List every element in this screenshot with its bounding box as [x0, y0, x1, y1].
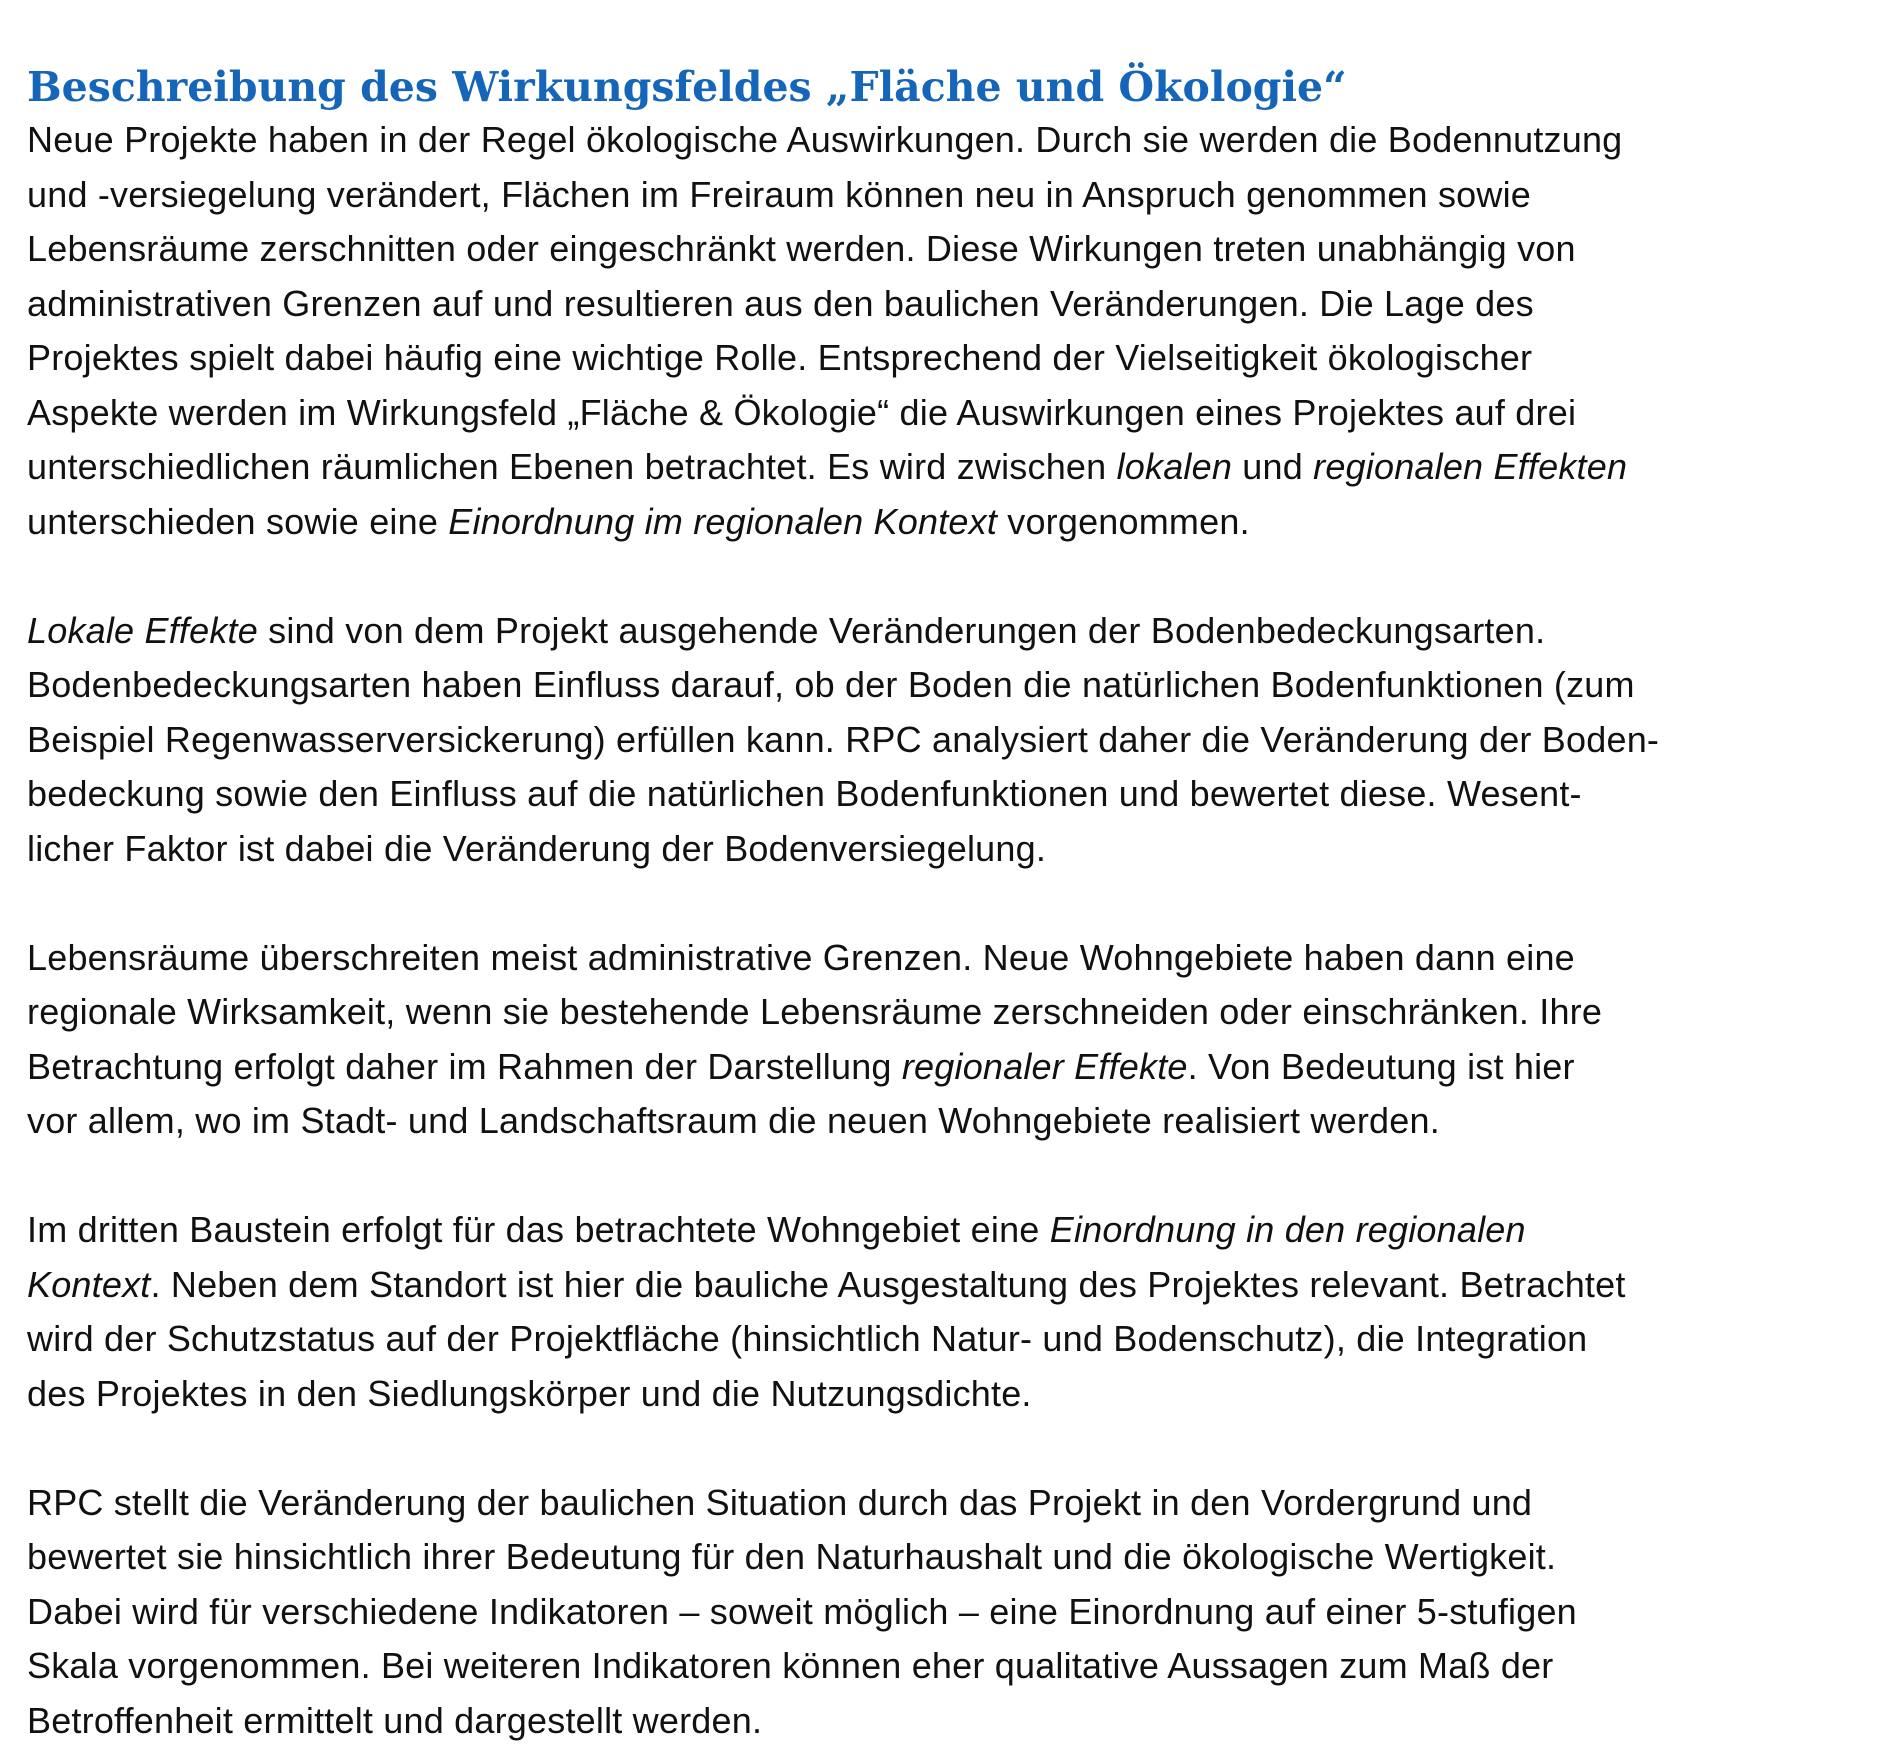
section-heading: Beschreibung des Wirkungsfeldes „Fläche … [27, 63, 1347, 111]
text-line: Lebensräume überschreiten meist administ… [27, 931, 1879, 986]
document-body: Neue Projekte haben in der Regel ökologi… [27, 113, 1879, 1748]
text-line: Aspekte werden im Wirkungsfeld „Fläche &… [27, 386, 1879, 441]
italic-term: Lokale Effekte [27, 609, 258, 651]
text-line: wird der Schutzstatus auf der Projektflä… [27, 1312, 1879, 1367]
text-line: Betroffenheit ermittelt und dargestellt … [27, 1694, 1879, 1749]
text-line: Dabei wird für verschiedene Indikatoren … [27, 1585, 1879, 1640]
text-line: unterschieden sowie eine Einordnung im r… [27, 495, 1879, 550]
text-run: . Neben dem Standort ist hier die baulic… [150, 1263, 1626, 1305]
italic-term: lokalen [1116, 446, 1233, 487]
text-run: licher Faktor ist dabei die Veränderung … [27, 827, 1047, 869]
text-line: Betrachtung erfolgt daher im Rahmen der … [27, 1040, 1879, 1095]
text-run: administrativen Grenzen auf und resultie… [27, 282, 1534, 324]
text-run: Projektes spielt dabei häufig eine wicht… [27, 337, 1533, 378]
text-run: Beispiel Regenwasserversickerung) erfüll… [27, 718, 1660, 760]
text-line: bedeckung sowie den Einfluss auf die nat… [27, 767, 1879, 822]
italic-term: regionalen Effekten [1313, 446, 1628, 487]
italic-term: Einordnung im regionalen Kontext [448, 500, 998, 542]
text-line: Im dritten Baustein erfolgt für das betr… [27, 1203, 1879, 1258]
text-line: Lokale Effekte sind von dem Projekt ausg… [27, 604, 1879, 659]
text-line: Bodenbedeckungsarten haben Einfluss dara… [27, 658, 1879, 713]
text-line: administrativen Grenzen auf und resultie… [27, 277, 1879, 332]
text-run: vorgenommen. [997, 500, 1250, 542]
text-run: Im dritten Baustein erfolgt für das betr… [27, 1209, 1050, 1250]
text-run: Betroffenheit ermittelt und dargestellt … [27, 1699, 763, 1741]
text-line: des Projektes in den Siedlungskörper und… [27, 1367, 1879, 1422]
text-run: Betrachtung erfolgt daher im Rahmen der … [27, 1045, 902, 1087]
text-run: und -versiegelung verändert, Flächen im … [27, 173, 1532, 215]
paragraph: Lokale Effekte sind von dem Projekt ausg… [27, 604, 1879, 877]
text-run: Skala vorgenommen. Bei weiteren Indikato… [27, 1645, 1554, 1686]
italic-term: Einordnung in den regionalen [1049, 1209, 1526, 1250]
text-run: regionale Wirksamkeit, wenn sie bestehen… [27, 991, 1603, 1032]
text-line: Beispiel Regenwasserversickerung) erfüll… [27, 713, 1879, 768]
italic-term: Kontext [27, 1263, 151, 1305]
text-run: bedeckung sowie den Einfluss auf die nat… [27, 773, 1582, 814]
paragraph: Im dritten Baustein erfolgt für das betr… [27, 1203, 1879, 1421]
text-run: des Projektes in den Siedlungskörper und… [27, 1372, 1032, 1414]
text-run: Aspekte werden im Wirkungsfeld „Fläche &… [27, 391, 1577, 433]
text-line: Kontext. Neben dem Standort ist hier die… [27, 1258, 1879, 1313]
text-run: bewertet sie hinsichtlich ihrer Bedeutun… [27, 1536, 1557, 1577]
text-line: licher Faktor ist dabei die Veränderung … [27, 822, 1879, 877]
text-run: unterschiedlichen räumlichen Ebenen betr… [27, 446, 1117, 487]
paragraph: Neue Projekte haben in der Regel ökologi… [27, 113, 1879, 549]
text-run: sind von dem Projekt ausgehende Veränder… [257, 609, 1546, 651]
text-run: Lebensräume überschreiten meist administ… [27, 936, 1575, 978]
text-line: RPC stellt die Veränderung der baulichen… [27, 1476, 1879, 1531]
text-run: Dabei wird für verschiedene Indikatoren … [27, 1590, 1577, 1632]
text-run: Lebensräume zerschnitten oder eingeschrä… [27, 228, 1576, 269]
text-run: Bodenbedeckungsarten haben Einfluss dara… [27, 664, 1635, 705]
text-line: Lebensräume zerschnitten oder eingeschrä… [27, 222, 1879, 277]
text-run: und [1232, 446, 1314, 487]
text-line: bewertet sie hinsichtlich ihrer Bedeutun… [27, 1530, 1879, 1585]
text-run: wird der Schutzstatus auf der Projektflä… [27, 1318, 1588, 1359]
text-run: Neue Projekte haben in der Regel ökologi… [27, 119, 1623, 160]
text-run: RPC stellt die Veränderung der baulichen… [27, 1481, 1533, 1523]
text-line: und -versiegelung verändert, Flächen im … [27, 168, 1879, 223]
paragraph: Lebensräume überschreiten meist administ… [27, 931, 1879, 1149]
italic-term: regionaler Effekte [901, 1045, 1188, 1087]
text-run: unterschieden sowie eine [27, 500, 449, 542]
text-line: regionale Wirksamkeit, wenn sie bestehen… [27, 985, 1879, 1040]
text-line: Skala vorgenommen. Bei weiteren Indikato… [27, 1639, 1879, 1694]
text-line: Projektes spielt dabei häufig eine wicht… [27, 331, 1879, 386]
text-line: unterschiedlichen räumlichen Ebenen betr… [27, 440, 1879, 495]
text-line: vor allem, wo im Stadt- und Landschaftsr… [27, 1094, 1879, 1149]
paragraph: RPC stellt die Veränderung der baulichen… [27, 1476, 1879, 1749]
text-run: . Von Bedeutung ist hier [1187, 1045, 1575, 1087]
document-page: Beschreibung des Wirkungsfeldes „Fläche … [27, 62, 1879, 1748]
text-line: Neue Projekte haben in der Regel ökologi… [27, 113, 1879, 168]
text-run: vor allem, wo im Stadt- und Landschaftsr… [27, 1100, 1440, 1141]
